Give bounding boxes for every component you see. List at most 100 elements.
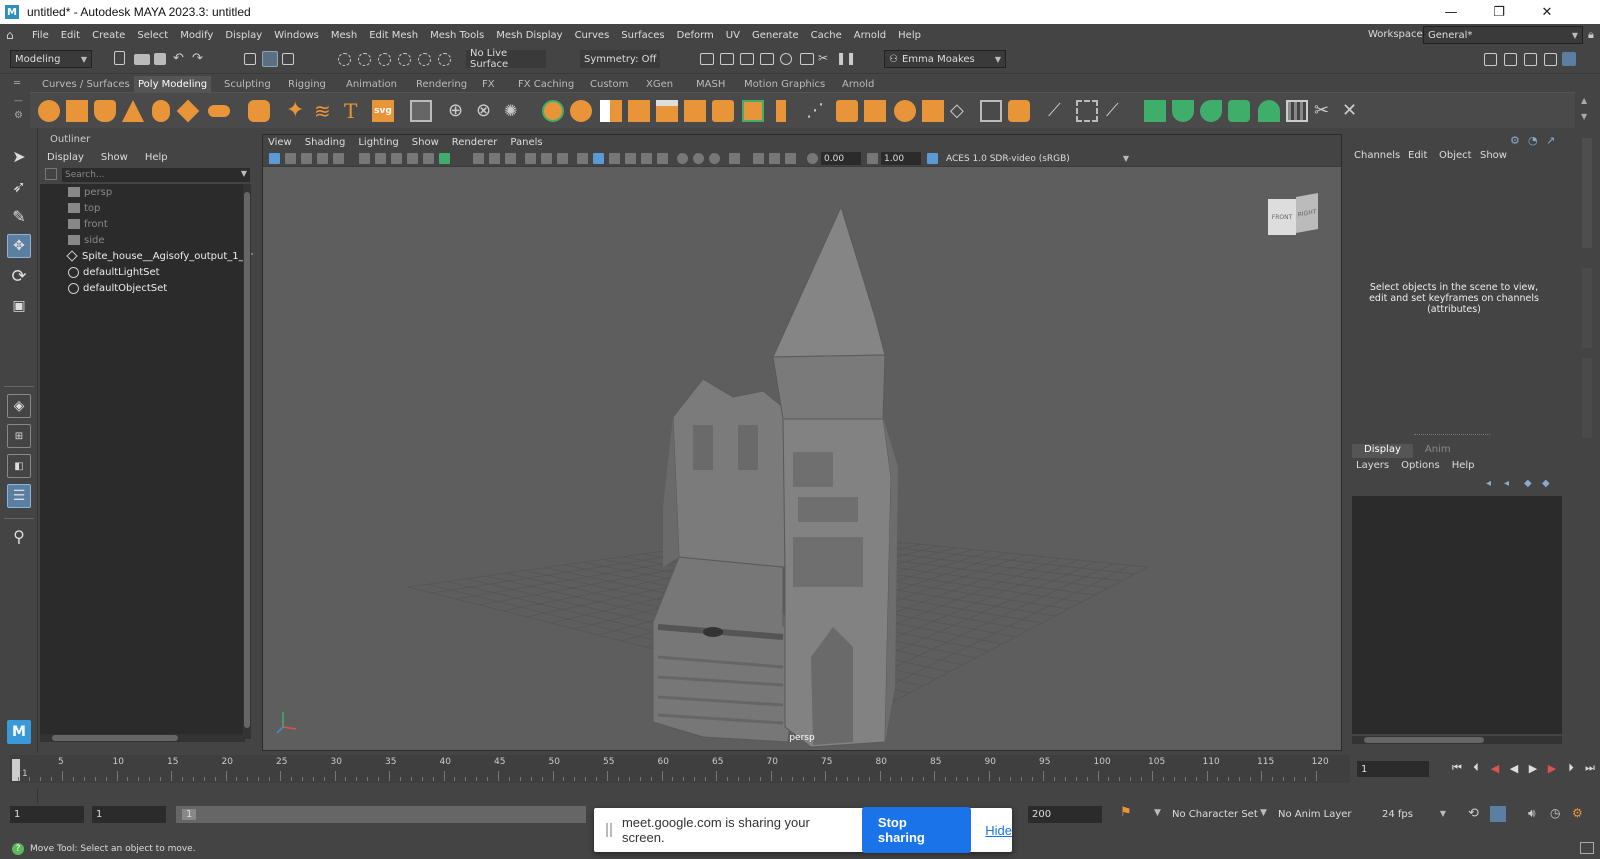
- range-handle-start[interactable]: 1: [182, 809, 197, 820]
- home-icon[interactable]: ⌂: [6, 28, 26, 42]
- hypershade-icon[interactable]: [780, 53, 792, 65]
- open-scene-icon[interactable]: [134, 54, 150, 65]
- pane-splitter[interactable]: [1414, 434, 1490, 436]
- render-sequence-icon[interactable]: [720, 53, 734, 65]
- script-editor-icon[interactable]: [1580, 842, 1594, 854]
- single-perspective-layout-icon[interactable]: ◈: [7, 394, 31, 418]
- tab-mash[interactable]: MASH: [692, 76, 729, 92]
- safe-title-icon[interactable]: [541, 153, 552, 164]
- move-layer-up-icon[interactable]: ◂: [1486, 478, 1491, 489]
- multi-cut-icon[interactable]: [776, 100, 786, 122]
- auto-uv-icon[interactable]: [1258, 100, 1280, 122]
- target-weld-icon[interactable]: ⋰: [806, 100, 828, 122]
- two-d-pan-zoom-icon[interactable]: [333, 153, 344, 164]
- house-model[interactable]: [652, 205, 898, 748]
- cache-playback-icon[interactable]: [1490, 806, 1506, 822]
- menu-deform[interactable]: Deform: [671, 30, 720, 41]
- restore-button[interactable]: ❐: [1476, 0, 1522, 24]
- shaded-icon[interactable]: [593, 153, 604, 164]
- symmetry-dropdown[interactable]: Symmetry: Off: [580, 50, 660, 68]
- smooth-shade-icon[interactable]: [489, 153, 500, 164]
- shelf-menu-icon[interactable]: ═: [14, 78, 20, 89]
- tab-rendering[interactable]: Rendering: [412, 76, 471, 92]
- outliner-layout-icon[interactable]: ☰: [7, 484, 31, 508]
- play-forwards-icon[interactable]: ▶: [1526, 761, 1540, 775]
- poly-torus-icon[interactable]: [152, 100, 170, 122]
- workspace-dropdown[interactable]: General* ▼: [1423, 26, 1583, 44]
- paint-select-tool-icon[interactable]: ✎: [7, 204, 31, 228]
- menu-select[interactable]: Select: [131, 30, 174, 41]
- drag-handle-icon[interactable]: [606, 823, 612, 837]
- color-management-icon[interactable]: [927, 153, 938, 164]
- render-view-icon[interactable]: [800, 53, 814, 65]
- poly-cylinder-icon[interactable]: [94, 100, 116, 122]
- current-frame-field[interactable]: 1: [1357, 761, 1429, 777]
- scale-tool-icon[interactable]: ▣: [7, 294, 31, 318]
- channel-menu-channels[interactable]: Channels: [1354, 150, 1400, 161]
- anim-layer-dropdown[interactable]: No Anim Layer: [1274, 806, 1368, 823]
- viewport-scene[interactable]: [263, 167, 1342, 751]
- pin-icon[interactable]: ↗: [1546, 134, 1555, 147]
- go-to-end-icon[interactable]: ⏭: [1583, 761, 1597, 775]
- close-button[interactable]: ✕: [1524, 0, 1570, 24]
- uv-editor-icon[interactable]: [1144, 100, 1166, 122]
- outliner-menu-display[interactable]: Display: [47, 152, 84, 163]
- character-controls-icon[interactable]: [1504, 53, 1517, 66]
- sweep-mesh-icon[interactable]: ≋: [314, 100, 336, 122]
- save-scene-icon[interactable]: [154, 53, 166, 65]
- outliner-menu-help[interactable]: Help: [145, 152, 168, 163]
- channel-menu-show[interactable]: Show: [1480, 150, 1507, 161]
- chevron-down-icon[interactable]: ▼: [1154, 808, 1161, 818]
- svg-icon[interactable]: svg: [372, 100, 394, 122]
- platonic-solid-icon[interactable]: [248, 100, 270, 122]
- new-scene-icon[interactable]: [114, 51, 125, 65]
- outliner-vertical-scrollbar[interactable]: [243, 184, 251, 739]
- layer-horizontal-scrollbar[interactable]: [1352, 736, 1562, 744]
- tab-attribute-editor[interactable]: [1582, 268, 1592, 348]
- user-account-dropdown[interactable]: ⚇ Emma Moakes ▼: [884, 50, 1006, 68]
- animation-end-field[interactable]: 200: [1028, 806, 1102, 823]
- outliner-horizontal-scrollbar[interactable]: [40, 734, 245, 742]
- step-back-key-icon[interactable]: ⏴: [1469, 761, 1483, 775]
- film-gate-icon[interactable]: [391, 153, 402, 164]
- render-settings-icon[interactable]: [760, 53, 774, 65]
- viewport-menu-shading[interactable]: Shading: [300, 137, 354, 148]
- use-default-material-icon[interactable]: [505, 153, 516, 164]
- tab-display-layers[interactable]: Display: [1352, 444, 1413, 458]
- grid-toggle-icon[interactable]: [375, 153, 386, 164]
- snap-view-icon[interactable]: [398, 53, 411, 66]
- anti-aliasing-icon[interactable]: [693, 153, 704, 164]
- snap-grid-icon[interactable]: [338, 53, 351, 66]
- tab-modeling-toolkit[interactable]: [1582, 358, 1592, 438]
- isolate-view-icon[interactable]: [729, 153, 740, 164]
- append-polygon-icon[interactable]: [922, 100, 944, 122]
- reduce-icon[interactable]: [628, 100, 650, 122]
- shelf-scroll-down-icon[interactable]: ▼: [1581, 112, 1587, 121]
- new-layer-icon[interactable]: ◆: [1524, 478, 1532, 489]
- sound-icon[interactable]: 🔊︎: [1528, 806, 1536, 821]
- menu-help[interactable]: Help: [892, 30, 927, 41]
- menu-curves[interactable]: Curves: [569, 30, 616, 41]
- wireframe-icon[interactable]: [473, 153, 484, 164]
- search-icon[interactable]: ⚲: [7, 524, 31, 548]
- lock-icon[interactable]: 🔒︎: [1588, 28, 1594, 42]
- hide-link[interactable]: Hide: [985, 823, 1012, 838]
- tab-arnold[interactable]: Arnold: [838, 76, 878, 92]
- perspective-viewport[interactable]: View Shading Lighting Show Renderer Pane…: [262, 134, 1342, 751]
- flip-triangle-icon[interactable]: [1076, 100, 1098, 122]
- step-forward-frame-icon[interactable]: ▶: [1545, 761, 1559, 775]
- step-back-frame-icon[interactable]: ◀: [1488, 761, 1502, 775]
- select-tool-icon[interactable]: ➤: [7, 144, 31, 168]
- tab-animation[interactable]: Animation: [342, 76, 401, 92]
- menu-mesh[interactable]: Mesh: [325, 30, 363, 41]
- bridge-icon[interactable]: [684, 100, 706, 122]
- preferences-icon[interactable]: ⚙: [1572, 806, 1583, 820]
- poly-sphere-icon[interactable]: [38, 100, 60, 122]
- exposure-field[interactable]: 0.00: [821, 152, 861, 165]
- snap-surface-icon[interactable]: [418, 53, 431, 66]
- maya-home-icon[interactable]: M: [7, 720, 31, 744]
- chevron-down-icon[interactable]: ▼: [241, 169, 247, 178]
- animation-start-field[interactable]: 1: [10, 806, 84, 823]
- attribute-editor-icon[interactable]: [1524, 53, 1537, 66]
- minimize-button[interactable]: —: [1428, 0, 1474, 24]
